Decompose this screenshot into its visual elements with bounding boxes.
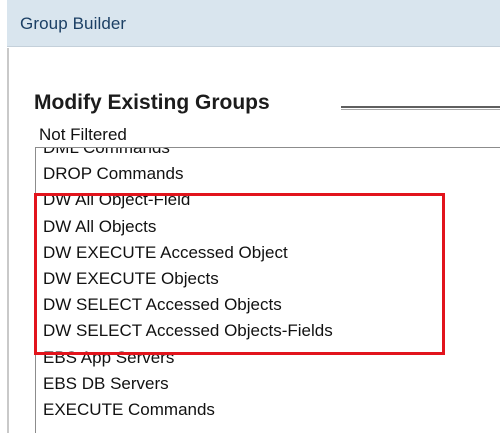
list-item-drop-commands[interactable]: DROP Commands bbox=[36, 161, 500, 187]
list-item-dw-all-objects[interactable]: DW All Objects bbox=[36, 214, 500, 240]
list-item-dw-select-accessed-objects-fields[interactable]: DW SELECT Accessed Objects-Fields bbox=[36, 318, 500, 344]
group-builder-window: Group Builder Modify Existing Groups Not… bbox=[0, 0, 500, 433]
filter-status-label[interactable]: Not Filtered bbox=[39, 125, 127, 145]
list-item-dml-commands[interactable]: DML Commands bbox=[36, 148, 500, 161]
title-bar: Group Builder bbox=[7, 0, 500, 47]
list-item-ebs-db-servers[interactable]: EBS DB Servers bbox=[36, 371, 500, 397]
list-item-execute-commands[interactable]: EXECUTE Commands bbox=[36, 397, 500, 423]
list-item-dw-select-accessed-objects[interactable]: DW SELECT Accessed Objects bbox=[36, 292, 500, 318]
groups-listbox[interactable]: DML Commands DROP Commands DW All Object… bbox=[35, 147, 500, 433]
list-item-dw-execute-accessed-object[interactable]: DW EXECUTE Accessed Object bbox=[36, 240, 500, 266]
list-item-ebs-app-servers[interactable]: EBS App Servers bbox=[36, 345, 500, 371]
heading-divider bbox=[341, 106, 500, 110]
window-title: Group Builder bbox=[20, 14, 127, 33]
groups-list: DML Commands DROP Commands DW All Object… bbox=[36, 148, 500, 423]
list-item-dw-all-object-field[interactable]: DW All Object-Field bbox=[36, 187, 500, 213]
section-heading: Modify Existing Groups bbox=[34, 91, 270, 114]
window-left-border bbox=[7, 48, 9, 433]
list-item-dw-execute-objects[interactable]: DW EXECUTE Objects bbox=[36, 266, 500, 292]
